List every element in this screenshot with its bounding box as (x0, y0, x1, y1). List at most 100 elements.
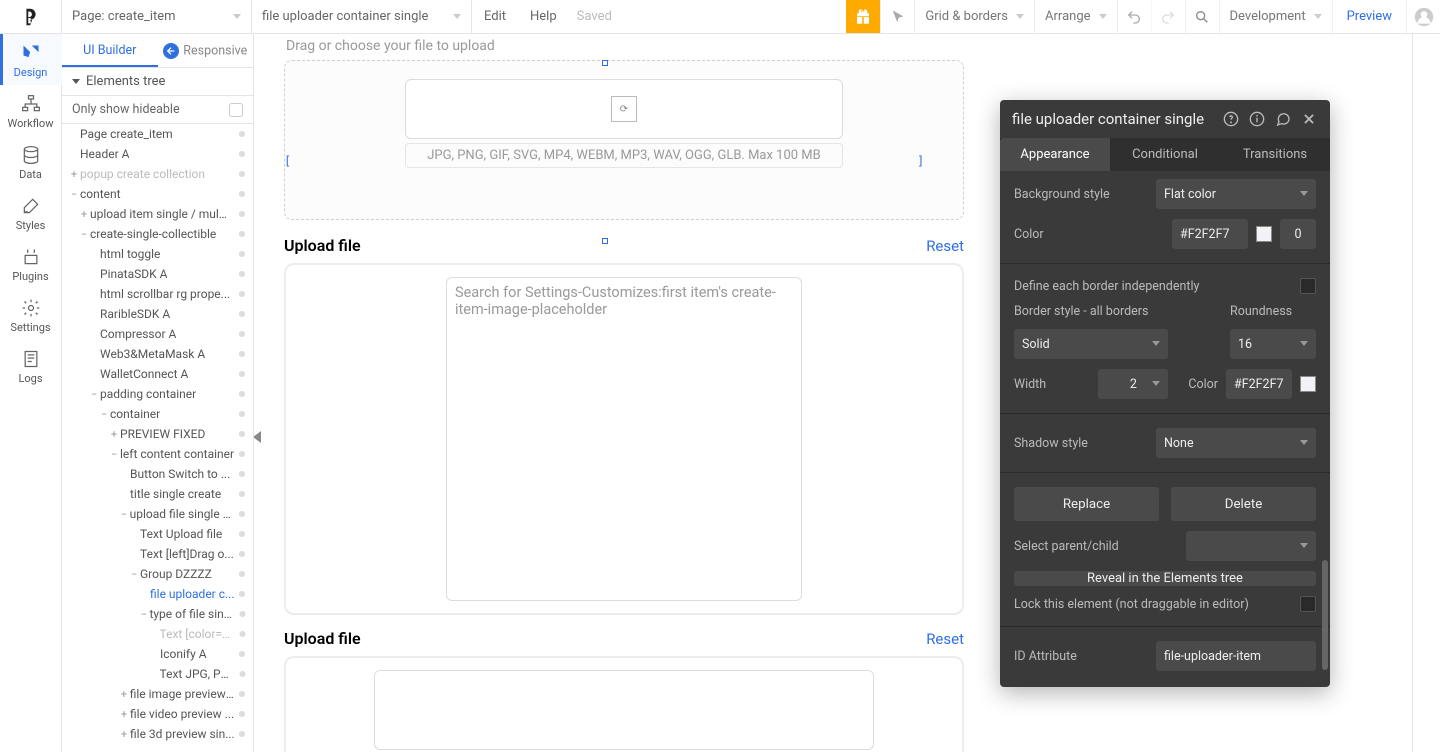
visibility-icon[interactable] (235, 167, 249, 181)
expand-icon[interactable]: + (118, 708, 130, 721)
expand-icon[interactable]: − (128, 568, 140, 581)
sidebar-plugins[interactable]: Plugins (0, 238, 62, 289)
tree-row[interactable]: −upload file single c... (62, 504, 253, 524)
tree-row[interactable]: html toggle (62, 244, 253, 264)
pointer-icon[interactable] (880, 0, 914, 33)
reset-link[interactable]: Reset (926, 237, 964, 255)
tree-row[interactable]: Compressor A (62, 324, 253, 344)
color-hex-input[interactable]: #F2F2F7 (1172, 219, 1248, 249)
upload-dropzone[interactable]: Search for Settings-Customizes:first ite… (284, 263, 964, 615)
opacity-input[interactable]: 0 (1280, 219, 1316, 249)
tree-row[interactable]: html scrollbar rg prope... (62, 284, 253, 304)
page-selector[interactable]: Page: create_item (62, 0, 252, 33)
shadow-select[interactable]: None (1156, 428, 1316, 458)
comment-icon[interactable] (1274, 110, 1292, 128)
visibility-icon[interactable] (236, 667, 249, 681)
visibility-icon[interactable] (235, 647, 249, 661)
image-placeholder-config[interactable]: Search for Settings-Customizes:first ite… (446, 277, 802, 601)
tree-row[interactable]: title single create (62, 484, 253, 504)
tree-row[interactable]: Text Upload file (62, 524, 253, 544)
tree-row[interactable]: −create-single-collectible (62, 224, 253, 244)
expand-icon[interactable]: + (68, 168, 80, 181)
tab-responsive[interactable]: Responsive (158, 35, 254, 67)
inspector-scrollbar[interactable] (1322, 280, 1328, 677)
tab-ui-builder[interactable]: UI Builder (62, 35, 158, 67)
expand-icon[interactable]: − (68, 188, 80, 201)
delete-button[interactable]: Delete (1171, 487, 1316, 521)
sidebar-styles[interactable]: Styles (0, 187, 62, 238)
visibility-icon[interactable] (235, 187, 249, 201)
tree-row[interactable]: −container (62, 404, 253, 424)
visibility-icon[interactable] (235, 267, 249, 281)
tree-row[interactable]: WalletConnect A (62, 364, 253, 384)
grid-borders-dropdown[interactable]: Grid & borders (914, 0, 1034, 33)
tree-row[interactable]: +PREVIEW FIXED (62, 424, 253, 444)
only-hideable-toggle[interactable]: Only show hideable (62, 96, 253, 124)
upload-dropzone[interactable]: ⟳ JPG, PNG, GIF, SVG, MP4, WEBM, MP3, WA… (284, 60, 964, 220)
tab-transitions[interactable]: Transitions (1220, 138, 1330, 171)
tree-row[interactable]: +file video preview ... (62, 704, 253, 724)
width-select[interactable]: 2 (1098, 369, 1168, 399)
visibility-icon[interactable] (235, 347, 249, 361)
tree-row[interactable]: +popup create collection (62, 164, 253, 184)
menu-help[interactable]: Help (518, 9, 569, 24)
inspector-panel[interactable]: file uploader container single Appearanc… (1000, 100, 1330, 687)
expand-icon[interactable]: − (108, 448, 120, 461)
upload-placeholder[interactable]: ⟳ (405, 79, 843, 139)
visibility-icon[interactable] (235, 527, 249, 541)
expand-icon[interactable]: + (118, 728, 130, 741)
undo-icon[interactable] (1117, 0, 1151, 33)
visibility-icon[interactable] (235, 307, 249, 321)
visibility-icon[interactable] (235, 567, 249, 581)
defineborder-checkbox[interactable] (1300, 278, 1316, 294)
elements-tree[interactable]: Page create_itemHeader A+popup create co… (62, 124, 253, 752)
border-color-input[interactable]: #F2F2F7 (1226, 369, 1292, 399)
arrange-dropdown[interactable]: Arrange (1034, 0, 1116, 33)
color-swatch[interactable] (1300, 376, 1316, 392)
sidebar-logs[interactable]: Logs (0, 340, 62, 391)
bgstyle-select[interactable]: Flat color (1156, 179, 1316, 209)
elements-tree-heading[interactable]: Elements tree (62, 68, 253, 96)
tree-row[interactable]: +file image preview ... (62, 684, 253, 704)
visibility-icon[interactable] (235, 727, 249, 741)
sidebar-design[interactable]: Design (0, 34, 62, 85)
search-icon[interactable] (1185, 0, 1219, 33)
redo-icon[interactable] (1151, 0, 1185, 33)
reset-link[interactable]: Reset (926, 630, 964, 648)
visibility-icon[interactable] (235, 287, 249, 301)
visibility-icon[interactable] (235, 207, 249, 221)
visibility-icon[interactable] (235, 467, 249, 481)
upload-placeholder[interactable] (374, 670, 874, 750)
info-icon[interactable] (1248, 110, 1266, 128)
preview-button[interactable]: Preview (1332, 0, 1406, 33)
borderstyle-select[interactable]: Solid (1014, 329, 1168, 359)
expand-icon[interactable]: + (78, 208, 90, 221)
tree-row[interactable]: Page create_item (62, 124, 253, 144)
development-dropdown[interactable]: Development (1219, 0, 1332, 33)
tab-conditional[interactable]: Conditional (1110, 138, 1220, 171)
sidebar-workflow[interactable]: Workflow (0, 85, 62, 136)
tree-row[interactable]: −left content container (62, 444, 253, 464)
visibility-icon[interactable] (235, 127, 249, 141)
lock-checkbox[interactable] (1300, 596, 1316, 612)
close-icon[interactable] (1300, 110, 1318, 128)
tree-row[interactable]: −padding container (62, 384, 253, 404)
replace-button[interactable]: Replace (1014, 487, 1159, 521)
collapse-handle-icon[interactable] (254, 431, 261, 443)
tree-row[interactable]: RaribleSDK A (62, 304, 253, 324)
tree-row[interactable]: Header A (62, 144, 253, 164)
visibility-icon[interactable] (235, 547, 249, 561)
visibility-icon[interactable] (235, 487, 249, 501)
color-swatch[interactable] (1256, 226, 1272, 242)
menu-edit[interactable]: Edit (472, 9, 518, 24)
tree-row[interactable]: Text [color=#... (62, 624, 253, 644)
tab-appearance[interactable]: Appearance (1000, 138, 1110, 171)
visibility-icon[interactable] (236, 607, 249, 621)
visibility-icon[interactable] (235, 427, 249, 441)
expand-icon[interactable]: − (118, 508, 130, 521)
idattr-input[interactable]: file-uploader-item (1156, 641, 1316, 671)
visibility-icon[interactable] (235, 247, 249, 261)
tree-row[interactable]: Button Switch to ... (62, 464, 253, 484)
visibility-icon[interactable] (235, 147, 249, 161)
sidebar-data[interactable]: Data (0, 136, 62, 187)
